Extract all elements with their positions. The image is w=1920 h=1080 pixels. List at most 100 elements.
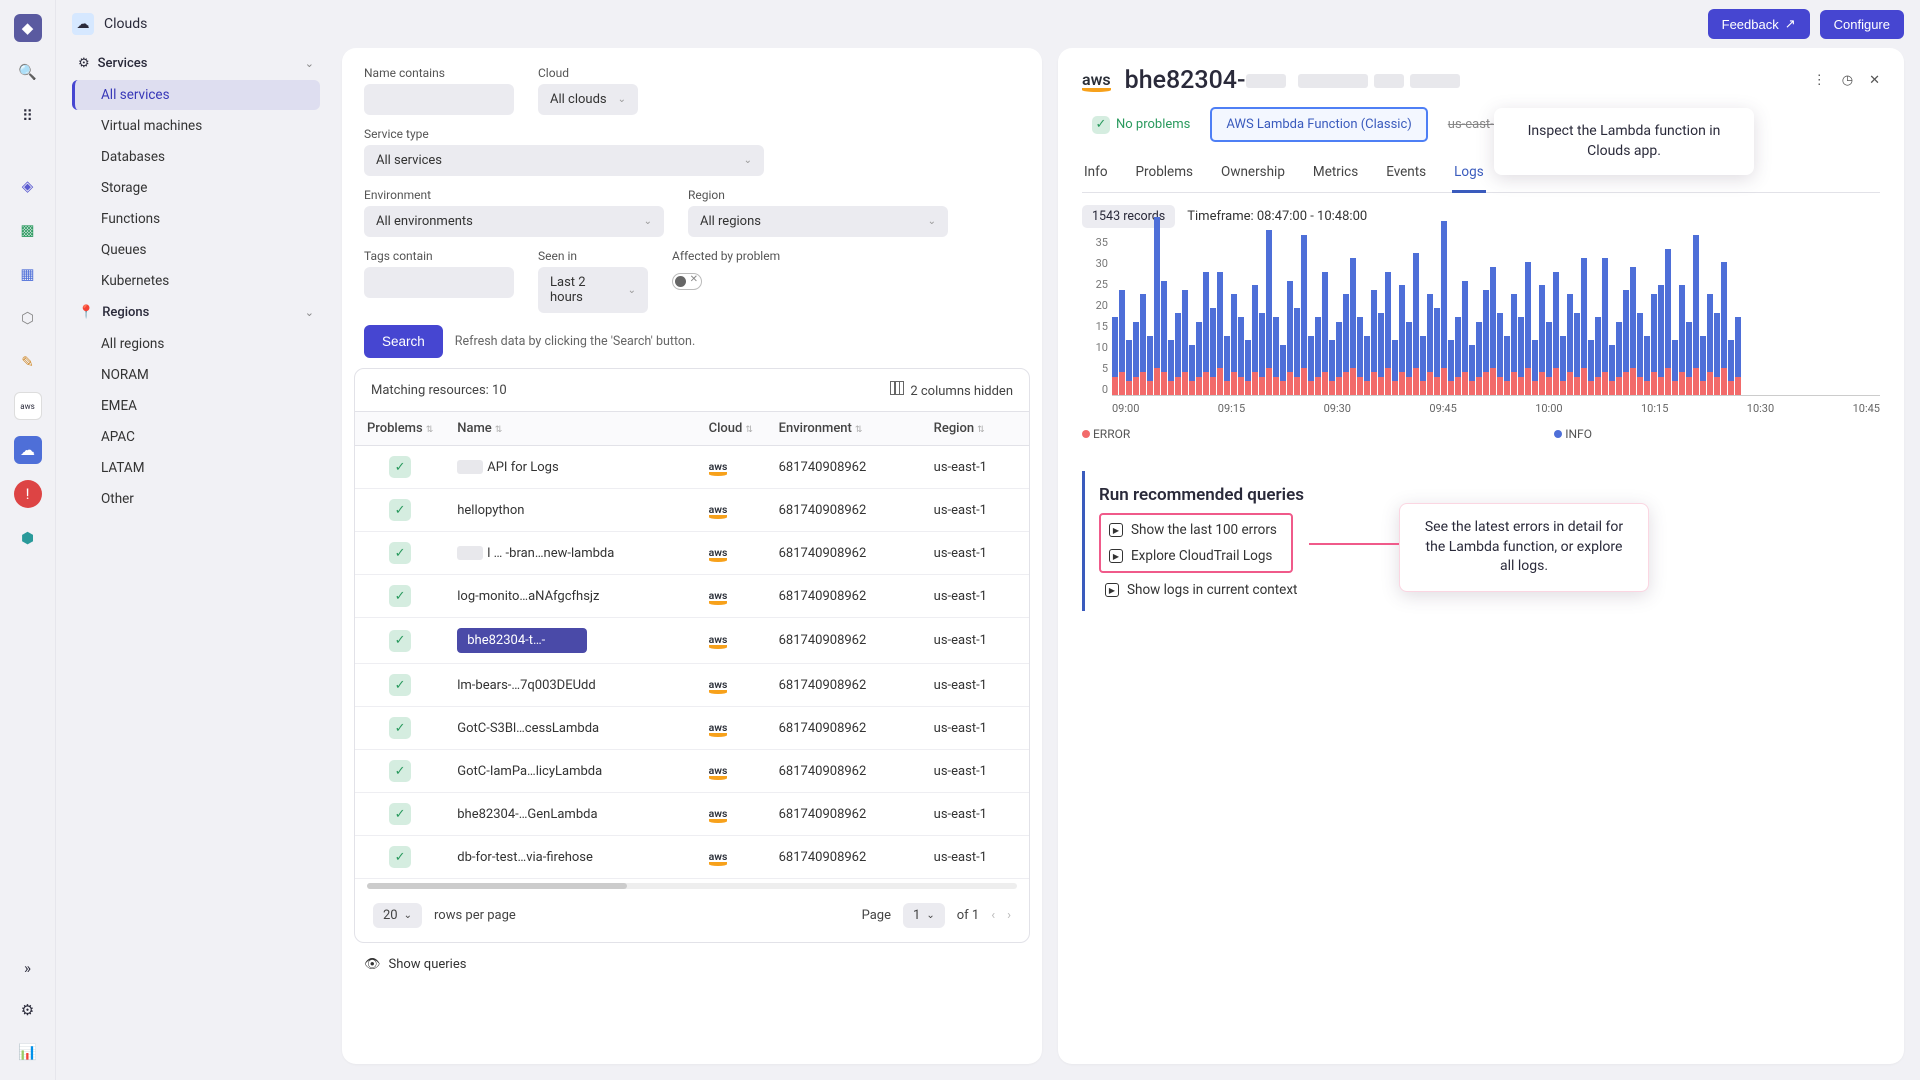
aws-logo-icon: aws <box>709 764 728 780</box>
table-row[interactable]: ✓log-monito…aNAfgcfhsjzaws681740908962us… <box>355 575 1029 618</box>
tab-logs[interactable]: Logs <box>1452 156 1486 193</box>
eye-icon: 👁 <box>364 957 381 972</box>
page-select[interactable]: 1⌄ <box>903 903 945 928</box>
table-row[interactable]: ✓lm-bears-…7q003DEUddaws681740908962us-e… <box>355 664 1029 707</box>
rail-icon-5[interactable]: ✎ <box>14 348 42 376</box>
sidebar-region-apac[interactable]: APAC <box>72 422 320 452</box>
rail-icon-4[interactable]: ⬡ <box>14 304 42 332</box>
col-problems[interactable]: Problems⇅ <box>355 412 445 446</box>
sidebar-item-databases[interactable]: Databases <box>72 142 320 172</box>
left-rail: ◆ 🔍 ⠿ ◈ ▩ ▦ ⬡ ✎ aws ☁ ! ⬢ » ⚙ 📊 <box>0 0 56 1080</box>
col-cloud[interactable]: Cloud⇅ <box>697 412 767 446</box>
col-environment[interactable]: Environment⇅ <box>767 412 922 446</box>
sidebar-region-latam[interactable]: LATAM <box>72 453 320 483</box>
per-page-select[interactable]: 20⌄ <box>373 903 422 928</box>
table-row[interactable]: ✓bhe82304-t…-aws681740908962us-east-1 <box>355 618 1029 664</box>
sidebar-group-services[interactable]: ⚙ Services ⌄ <box>66 48 326 79</box>
rec-query-1[interactable]: ▶Explore CloudTrail Logs <box>1103 543 1283 569</box>
environment-select[interactable]: All environments⌄ <box>364 206 664 237</box>
search-icon[interactable]: 🔍 <box>14 58 42 86</box>
tab-problems[interactable]: Problems <box>1134 156 1196 192</box>
history-icon[interactable]: ◷ <box>1842 73 1853 88</box>
sidebar-item-storage[interactable]: Storage <box>72 173 320 203</box>
affected-toggle[interactable]: ✕ <box>672 273 702 290</box>
page-of: of 1 <box>957 908 979 923</box>
sidebar-group-regions[interactable]: 📍 Regions ⌄ <box>66 297 326 328</box>
columns-hidden[interactable]: 2 columns hidden <box>890 381 1013 399</box>
name-contains-input[interactable] <box>364 84 514 115</box>
ok-icon: ✓ <box>389 760 411 782</box>
col-region[interactable]: Region⇅ <box>922 412 1029 446</box>
search-button[interactable]: Search <box>364 325 443 358</box>
table-row[interactable]: ✓GotC-IamPa…licyLambdaaws681740908962us-… <box>355 750 1029 793</box>
sidebar-item-all-services[interactable]: All services <box>72 80 320 110</box>
more-menu-icon[interactable]: ⋮ <box>1813 73 1826 88</box>
feedback-button[interactable]: Feedback↗ <box>1708 9 1810 39</box>
filter-form: Name contains Cloud All clouds⌄ Service … <box>342 48 1042 368</box>
cloud-select[interactable]: All clouds⌄ <box>538 84 638 115</box>
rail-icon-6[interactable]: ⬢ <box>14 524 42 552</box>
rec-query-0[interactable]: ▶Show the last 100 errors <box>1103 517 1283 543</box>
external-link-icon: ↗ <box>1785 16 1796 32</box>
table-row[interactable]: ✓db-for-test…via-firehoseaws681740908962… <box>355 836 1029 879</box>
page-label: Page <box>862 908 891 923</box>
rail-chart-icon[interactable]: 📊 <box>14 1038 42 1066</box>
show-queries-button[interactable]: 👁 Show queries <box>342 943 1042 986</box>
apps-icon[interactable]: ⠿ <box>14 102 42 130</box>
seen-in-select[interactable]: Last 2 hours⌄ <box>538 267 648 313</box>
sidebar-region-noram[interactable]: NORAM <box>72 360 320 390</box>
ok-icon: ✓ <box>389 803 411 825</box>
tab-info[interactable]: Info <box>1082 156 1110 192</box>
sidebar-region-all-regions[interactable]: All regions <box>72 329 320 359</box>
ok-icon: ✓ <box>389 846 411 868</box>
sidebar-region-emea[interactable]: EMEA <box>72 391 320 421</box>
table-row[interactable]: ✓l … -bran…new-lambdaaws681740908962us-e… <box>355 532 1029 575</box>
service-type-select[interactable]: All services⌄ <box>364 145 764 176</box>
horizontal-scrollbar[interactable] <box>367 883 1017 889</box>
next-page-button[interactable]: › <box>1007 908 1011 923</box>
logs-chart[interactable]: 35302520151050 09:0009:1509:3009:4510:00… <box>1082 236 1880 421</box>
ok-icon: ✓ <box>389 542 411 564</box>
lambda-classic-tag[interactable]: AWS Lambda Function (Classic) <box>1210 107 1427 142</box>
tab-metrics[interactable]: Metrics <box>1311 156 1360 192</box>
table-row[interactable]: ✓GotC-S3Bl…cessLambdaaws681740908962us-e… <box>355 707 1029 750</box>
tab-events[interactable]: Events <box>1384 156 1428 192</box>
sidebar-item-kubernetes[interactable]: Kubernetes <box>72 266 320 296</box>
tab-ownership[interactable]: Ownership <box>1219 156 1287 192</box>
table-row[interactable]: ✓API for Logsaws681740908962us-east-1 <box>355 446 1029 489</box>
play-icon: ▶ <box>1105 583 1119 597</box>
rail-icon-1[interactable]: ◈ <box>14 172 42 200</box>
rail-icon-2[interactable]: ▩ <box>14 216 42 244</box>
table-row[interactable]: ✓hellopythonaws681740908962us-east-1 <box>355 489 1029 532</box>
aws-logo-icon: aws <box>1082 70 1111 92</box>
ok-icon: ✓ <box>389 674 411 696</box>
sidebar-item-queues[interactable]: Queues <box>72 235 320 265</box>
detail-panel: aws bhe82304- ⋮ ◷ ✕ ✓No problems AWS Lam… <box>1058 48 1904 1064</box>
sidebar-item-virtual-machines[interactable]: Virtual machines <box>72 111 320 141</box>
configure-button[interactable]: Configure <box>1820 10 1904 39</box>
rail-aws-icon[interactable]: aws <box>14 392 42 420</box>
columns-icon <box>890 381 904 395</box>
rail-settings-icon[interactable]: ⚙ <box>14 996 42 1024</box>
prev-page-button[interactable]: ‹ <box>991 908 995 923</box>
ok-icon: ✓ <box>389 630 411 652</box>
results-table: Problems⇅Name⇅Cloud⇅Environment⇅Region⇅ … <box>355 411 1029 879</box>
rail-alert-icon[interactable]: ! <box>14 480 42 508</box>
rail-icon-clouds[interactable]: ☁ <box>14 436 42 464</box>
callout-errors: See the latest errors in detail for the … <box>1399 503 1649 592</box>
col-name[interactable]: Name⇅ <box>445 412 696 446</box>
tags-input[interactable] <box>364 267 514 298</box>
close-icon[interactable]: ✕ <box>1869 73 1880 88</box>
clouds-app-icon: ☁ <box>72 13 94 35</box>
table-row[interactable]: ✓bhe82304-…GenLambdaaws681740908962us-ea… <box>355 793 1029 836</box>
rail-icon-3[interactable]: ▦ <box>14 260 42 288</box>
sidebar-region-other[interactable]: Other <box>72 484 320 514</box>
sidebar-item-functions[interactable]: Functions <box>72 204 320 234</box>
play-icon: ▶ <box>1109 549 1123 563</box>
region-select[interactable]: All regions⌄ <box>688 206 948 237</box>
logo-icon[interactable]: ◆ <box>14 14 42 42</box>
aws-logo-icon: aws <box>709 589 728 605</box>
expand-rail-icon[interactable]: » <box>14 954 42 982</box>
callout-inspect: Inspect the Lambda function in Clouds ap… <box>1494 108 1754 175</box>
ok-icon: ✓ <box>389 717 411 739</box>
